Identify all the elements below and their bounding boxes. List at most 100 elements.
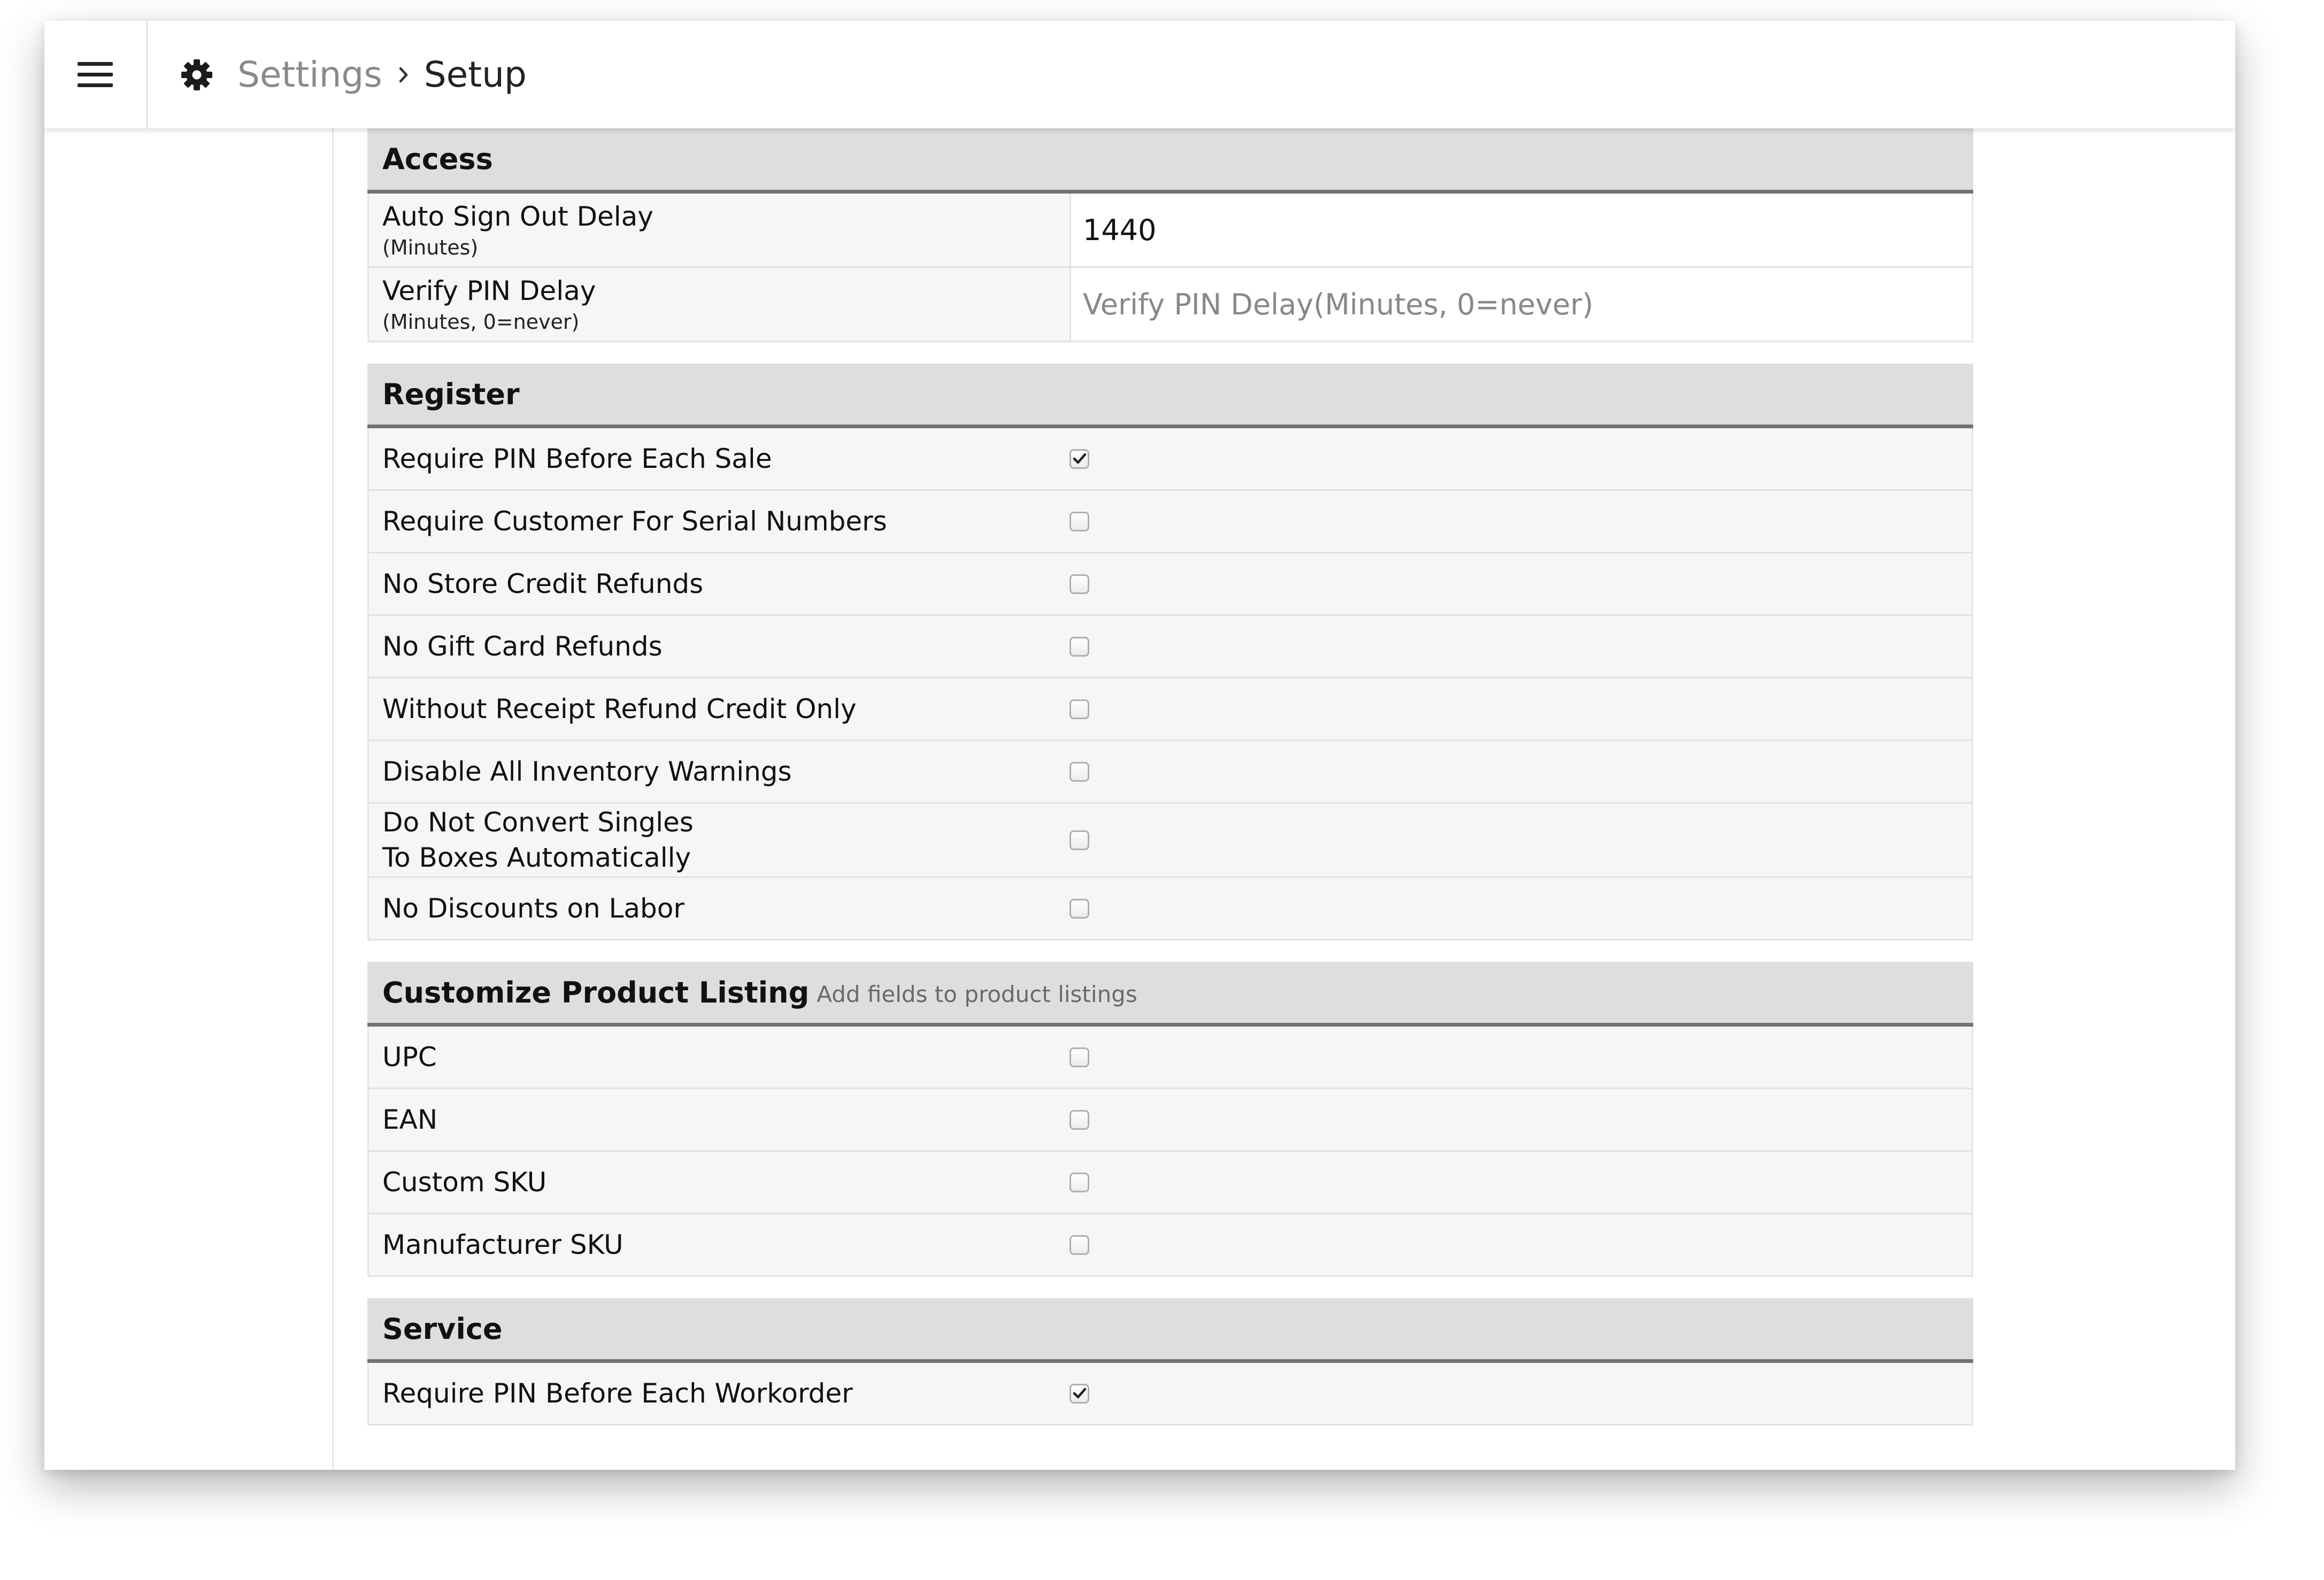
require-pin-workorder-checkbox[interactable] xyxy=(1069,1383,1089,1404)
setting-label-cell: Disable All Inventory Warnings xyxy=(369,741,1069,802)
section-header-access: Access xyxy=(367,128,1973,194)
setting-label: Disable All Inventory Warnings xyxy=(382,756,792,787)
setting-control-cell xyxy=(1069,491,1972,552)
setting-label: Auto Sign Out Delay xyxy=(382,201,653,232)
setting-row-ean: EAN xyxy=(367,1089,1973,1152)
setting-control-cell xyxy=(1069,679,1972,739)
setting-label-cell: Without Receipt Refund Credit Only xyxy=(369,679,1069,739)
setting-control-cell xyxy=(1069,553,1972,614)
setting-row-upc: UPC xyxy=(367,1027,1973,1089)
setting-label-cell: Auto Sign Out Delay (Minutes) xyxy=(369,194,1069,266)
setting-control-cell xyxy=(1069,194,1972,266)
setting-label: Without Receipt Refund Credit Only xyxy=(382,693,857,725)
setting-label: Do Not Convert Singles xyxy=(382,807,694,838)
chevron-right-icon xyxy=(399,67,407,82)
hamburger-menu-icon xyxy=(78,61,113,87)
setting-control-cell xyxy=(1069,804,1972,876)
section-product-listing: Customize Product Listing Add fields to … xyxy=(367,962,1973,1277)
setting-label-cell: Verify PIN Delay (Minutes, 0=never) xyxy=(369,268,1069,341)
section-access: Access Auto Sign Out Delay (Minutes) Ver… xyxy=(367,128,1973,342)
breadcrumb: Settings Setup xyxy=(181,21,527,128)
top-bar: Settings Setup xyxy=(44,21,2235,128)
setting-control-cell xyxy=(1069,268,1972,341)
setting-control-cell xyxy=(1069,878,1972,939)
custom-sku-checkbox[interactable] xyxy=(1069,1172,1089,1192)
without-receipt-checkbox[interactable] xyxy=(1069,699,1089,719)
disable-inventory-warnings-checkbox[interactable] xyxy=(1069,761,1089,782)
left-rail-divider xyxy=(332,128,334,1470)
setting-row-verify-pin: Verify PIN Delay (Minutes, 0=never) xyxy=(367,268,1973,342)
setting-sublabel: (Minutes, 0=never) xyxy=(382,310,580,334)
section-register: Register Require PIN Before Each Sale Re… xyxy=(367,364,1973,941)
setting-row-no-store-credit: No Store Credit Refunds xyxy=(367,553,1973,616)
setting-control-cell xyxy=(1069,1089,1972,1150)
setting-label-cell: UPC xyxy=(369,1027,1069,1088)
setting-row-require-pin-sale: Require PIN Before Each Sale xyxy=(367,428,1973,491)
setting-control-cell xyxy=(1069,616,1972,677)
setting-label: No Store Credit Refunds xyxy=(382,568,704,599)
section-service: Service Require PIN Before Each Workorde… xyxy=(367,1298,1973,1425)
setting-control-cell xyxy=(1069,1363,1972,1424)
section-title: Access xyxy=(382,142,493,176)
auto-sign-out-delay-input[interactable] xyxy=(1071,200,1972,260)
menu-button[interactable] xyxy=(44,21,146,128)
setting-label-cell: No Discounts on Labor xyxy=(369,878,1069,939)
section-title: Service xyxy=(382,1312,503,1346)
no-gift-card-checkbox[interactable] xyxy=(1069,636,1089,657)
no-discounts-labor-checkbox[interactable] xyxy=(1069,898,1089,919)
setting-label-cell: Do Not Convert Singles To Boxes Automati… xyxy=(369,804,1069,876)
section-title: Customize Product Listing xyxy=(382,975,810,1009)
setting-row-no-convert-singles: Do Not Convert Singles To Boxes Automati… xyxy=(367,804,1973,878)
verify-pin-delay-input[interactable] xyxy=(1071,274,1972,334)
setting-label-cell: Manufacturer SKU xyxy=(369,1214,1069,1275)
setting-row-no-gift-card: No Gift Card Refunds xyxy=(367,616,1973,679)
upc-checkbox[interactable] xyxy=(1069,1047,1089,1067)
setting-label: EAN xyxy=(382,1104,438,1135)
setting-label: Custom SKU xyxy=(382,1167,547,1198)
checkmark-icon xyxy=(1073,1388,1086,1399)
setting-label: No Gift Card Refunds xyxy=(382,631,663,662)
setting-control-cell xyxy=(1069,741,1972,802)
manufacturer-sku-checkbox[interactable] xyxy=(1069,1235,1089,1255)
setting-label-cell: Require Customer For Serial Numbers xyxy=(369,491,1069,552)
setting-label-cell: Custom SKU xyxy=(369,1152,1069,1213)
setting-control-cell xyxy=(1069,1152,1972,1213)
setting-label: No Discounts on Labor xyxy=(382,893,684,924)
no-convert-singles-checkbox[interactable] xyxy=(1069,830,1089,850)
setting-row-disable-inventory-warnings: Disable All Inventory Warnings xyxy=(367,741,1973,804)
breadcrumb-settings-link[interactable]: Settings xyxy=(237,54,382,95)
setting-control-cell xyxy=(1069,1027,1972,1088)
settings-content: Access Auto Sign Out Delay (Minutes) Ver… xyxy=(367,128,1973,1447)
setting-label: Require PIN Before Each Sale xyxy=(382,443,772,474)
setting-label-cell: Require PIN Before Each Workorder xyxy=(369,1363,1069,1424)
no-store-credit-checkbox[interactable] xyxy=(1069,574,1089,594)
setting-label-cell: No Store Credit Refunds xyxy=(369,553,1069,614)
setting-row-without-receipt: Without Receipt Refund Credit Only xyxy=(367,679,1973,741)
setting-row-require-customer-serial: Require Customer For Serial Numbers xyxy=(367,491,1973,553)
ean-checkbox[interactable] xyxy=(1069,1109,1089,1130)
setting-row-auto-sign-out: Auto Sign Out Delay (Minutes) xyxy=(367,194,1973,268)
gear-icon xyxy=(181,59,212,90)
app-window: Settings Setup Access Auto Sign Out Dela… xyxy=(44,21,2235,1470)
section-subtitle: Add fields to product listings xyxy=(817,981,1137,1007)
setting-label: Manufacturer SKU xyxy=(382,1229,624,1260)
setting-label-cell: Require PIN Before Each Sale xyxy=(369,428,1069,489)
setting-row-require-pin-workorder: Require PIN Before Each Workorder xyxy=(367,1363,1973,1425)
header-divider xyxy=(146,21,148,128)
setting-label: Verify PIN Delay xyxy=(382,275,596,306)
setting-row-manufacturer-sku: Manufacturer SKU xyxy=(367,1214,1973,1277)
section-title: Register xyxy=(382,377,520,411)
setting-label-line2: To Boxes Automatically xyxy=(382,842,691,873)
section-header-service: Service xyxy=(367,1298,1973,1363)
require-pin-sale-checkbox[interactable] xyxy=(1069,449,1089,469)
section-header-product-listing: Customize Product Listing Add fields to … xyxy=(367,962,1973,1027)
setting-control-cell xyxy=(1069,428,1972,489)
setting-label: Require PIN Before Each Workorder xyxy=(382,1378,853,1409)
setting-sublabel: (Minutes) xyxy=(382,236,479,259)
require-customer-serial-checkbox[interactable] xyxy=(1069,511,1089,531)
page-title: Setup xyxy=(424,54,527,95)
setting-label-cell: EAN xyxy=(369,1089,1069,1150)
setting-row-custom-sku: Custom SKU xyxy=(367,1152,1973,1214)
setting-label: UPC xyxy=(382,1042,437,1073)
setting-control-cell xyxy=(1069,1214,1972,1275)
